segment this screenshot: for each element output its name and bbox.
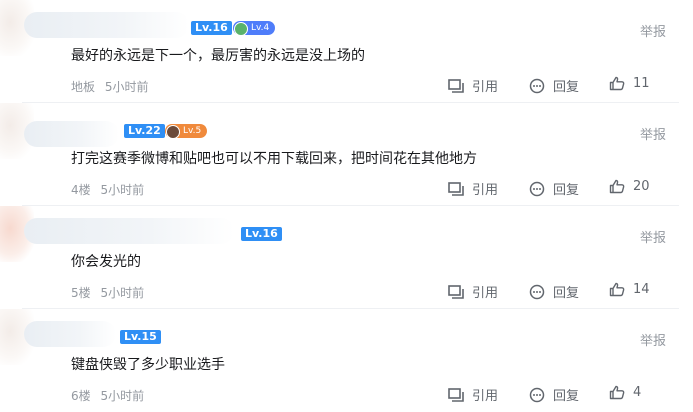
comment-meta: 5楼 5小时前 [71,284,144,301]
level-badge: Lv.15 [120,330,161,344]
floor-label: 5楼 [71,286,91,300]
comment-item: Lv.16 举报 你会发光的 5楼 5小时前 引用 回复 14 [0,206,693,309]
reply-label: 回复 [553,389,580,404]
quote-button[interactable]: 引用 [448,385,498,404]
quote-icon [448,387,464,402]
report-button[interactable]: 举报 [640,330,666,349]
username-blurred[interactable] [24,321,116,347]
like-count: 4 [633,385,642,400]
comment-text: 打完这赛季微博和贴吧也可以不用下载回来，把时间花在其他地方 [71,151,477,167]
floor-label: 地板 [71,80,96,94]
level-badge: Lv.22 [124,124,165,138]
floor-label: 4楼 [71,183,91,197]
reply-button[interactable]: 回复 [529,282,579,301]
quote-icon [448,78,464,93]
reply-icon [529,284,545,299]
post-time: 5小时前 [100,286,145,300]
thumbs-up-icon [609,179,625,194]
reply-icon [529,78,545,93]
quote-button[interactable]: 引用 [448,179,498,198]
reply-label: 回复 [553,80,580,95]
level-badge: Lv.16 [191,21,232,35]
like-count: 20 [633,179,650,194]
comment-meta: 4楼 5小时前 [71,181,144,198]
like-button[interactable]: 11 [609,76,650,91]
reply-button[interactable]: 回复 [529,385,579,404]
quote-label: 引用 [472,183,499,198]
fan-medal-badge: Lv.5 [165,124,208,139]
thumbs-up-icon [609,282,625,297]
report-button[interactable]: 举报 [640,21,666,40]
comment-text: 键盘侠毁了多少职业选手 [71,357,225,373]
reply-label: 回复 [553,286,580,301]
medal-emblem-icon [166,125,180,139]
quote-label: 引用 [472,80,499,95]
quote-button[interactable]: 引用 [448,76,498,95]
comment-text: 最好的永远是下一个，最厉害的永远是没上场的 [71,48,365,64]
report-button[interactable]: 举报 [640,227,666,246]
quote-icon [448,181,464,196]
comment-item: Lv.15 举报 键盘侠毁了多少职业选手 6楼 5小时前 引用 回复 4 [0,309,693,412]
comment-item: Lv.16 Lv.4 举报 最好的永远是下一个，最厉害的永远是没上场的 地板 5… [0,0,693,103]
username-blurred[interactable] [24,218,234,244]
level-badge: Lv.16 [241,227,282,241]
reply-button[interactable]: 回复 [529,179,579,198]
quote-label: 引用 [472,286,499,301]
reply-button[interactable]: 回复 [529,76,579,95]
comment-meta: 地板 5小时前 [71,78,148,95]
post-time: 5小时前 [100,183,145,197]
like-count: 11 [633,76,650,91]
username-blurred[interactable] [24,12,189,38]
comment-item: Lv.22 Lv.5 举报 打完这赛季微博和贴吧也可以不用下载回来，把时间花在其… [0,103,693,206]
floor-label: 6楼 [71,389,91,403]
reply-icon [529,387,545,402]
thumbs-up-icon [609,385,625,400]
quote-icon [448,284,464,299]
post-time: 5小时前 [104,80,149,94]
reply-icon [529,181,545,196]
medal-emblem-icon [234,22,248,36]
reply-label: 回复 [553,183,580,198]
comment-meta: 6楼 5小时前 [71,387,144,404]
quote-label: 引用 [472,389,499,404]
quote-button[interactable]: 引用 [448,282,498,301]
like-count: 14 [633,282,650,297]
like-button[interactable]: 14 [609,282,650,297]
like-button[interactable]: 4 [609,385,641,400]
report-button[interactable]: 举报 [640,124,666,143]
comment-text: 你会发光的 [71,254,141,270]
username-blurred[interactable] [24,121,119,147]
like-button[interactable]: 20 [609,179,650,194]
medal-level: Lv.4 [251,23,270,33]
post-time: 5小时前 [100,389,145,403]
thumbs-up-icon [609,76,625,91]
medal-level: Lv.5 [183,126,202,136]
fan-medal-badge: Lv.4 [233,21,276,36]
